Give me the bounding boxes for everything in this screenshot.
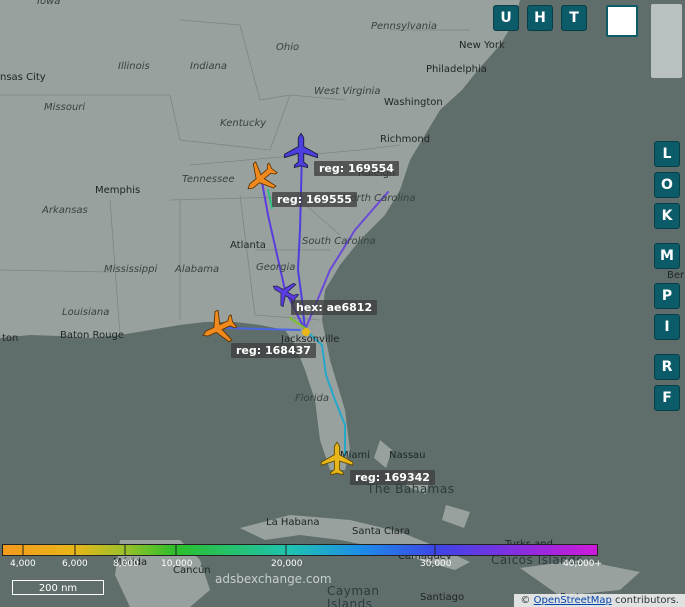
legend-label-8000: 8,000 [113,559,139,569]
place-label-santiago: Santiago [420,592,465,603]
attribution-prefix: © [520,595,531,606]
toggle-k-button[interactable]: K [654,203,680,229]
toggle-f-button[interactable]: F [654,385,680,411]
legend-label-20000: 20,000 [271,559,303,569]
place-label-cayman-islands-2: Islands [327,597,373,607]
place-label-philadelphia: Philadelphia [426,64,487,75]
place-label-florida: Florida [295,393,330,404]
toggle-o-button[interactable]: O [654,172,680,198]
place-label-georgia: Georgia [256,262,296,273]
toggle-h-button[interactable]: H [527,5,553,31]
place-label-ber: Ber [667,270,685,281]
legend-label-30000: 30,000 [420,559,452,569]
aircraft-169554-label[interactable]: reg: 169554 [314,161,399,176]
attribution-suffix: contributors. [615,595,679,606]
place-label-atlanta: Atlanta [230,240,266,251]
place-label-alabama: Alabama [175,264,220,275]
aircraft-168437-label[interactable]: reg: 168437 [231,343,316,358]
place-label-arkansas: Arkansas [42,205,88,216]
legend-label-10000: 10,000 [161,559,193,569]
place-label-santa-clara: Santa Clara [352,526,411,537]
place-label-missouri: Missouri [44,102,86,113]
place-label-kentucky: Kentucky [220,118,267,129]
place-label-la-habana: La Habana [266,517,320,528]
place-label-miami: Miami [340,450,371,461]
toggle-t-button[interactable]: T [561,5,587,31]
place-label-nassau: Nassau [389,450,426,461]
place-label-pennsylvania: Pennsylvania [371,21,438,32]
toggle-l-button[interactable]: L [654,141,680,167]
map-scale: 200 nm [12,580,104,595]
map-attribution: © OpenStreetMap contributors. [514,594,685,607]
aircraft-ae6812-label[interactable]: hex: ae6812 [291,300,378,315]
place-label-mississippi: Mississippi [104,264,158,275]
place-label-washington: Washington [384,97,443,108]
altitude-legend-bar [2,544,598,556]
layer-toggle-button[interactable] [606,5,638,37]
place-label-indiana: Indiana [190,61,228,72]
legend-label-40000: 40,000+ [563,559,603,569]
aircraft-169555-label[interactable]: reg: 169555 [272,192,357,207]
sidebar-expand-handle[interactable] [651,4,682,78]
place-label-iowa: Iowa [37,0,61,7]
place-label-new-york: New York [459,40,505,51]
legend-label-4000: 4,000 [10,559,36,569]
openstreetmap-link[interactable]: OpenStreetMap [534,595,612,606]
place-label-louisiana: Louisiana [62,307,110,318]
map-view[interactable]: Iowa Ohio Pennsylvania New York Philadelphia… [0,0,685,607]
watermark: adsbexchange.com [215,572,332,586]
place-label-ohio: Ohio [276,42,300,53]
legend-label-6000: 6,000 [62,559,88,569]
place-label-kansas-city: nsas City [0,72,46,83]
toggle-i-button[interactable]: I [654,314,680,340]
place-label-ton: ton [2,333,19,344]
place-label-richmond: Richmond [380,134,431,145]
aircraft-169342-label[interactable]: reg: 169342 [350,470,435,485]
place-label-memphis: Memphis [95,185,141,196]
place-label-south-carolina: South Carolina [302,236,376,247]
place-label-tennessee: Tennessee [182,174,235,185]
toggle-m-button[interactable]: M [654,243,680,269]
toggle-u-button[interactable]: U [493,5,519,31]
toggle-r-button[interactable]: R [654,354,680,380]
toggle-p-button[interactable]: P [654,283,680,309]
place-label-illinois: Illinois [118,61,150,72]
place-label-cayman-islands-1: Cayman [327,584,380,598]
place-label-baton-rouge: Baton Rouge [60,330,124,341]
place-label-west-virginia: West Virginia [314,86,381,97]
